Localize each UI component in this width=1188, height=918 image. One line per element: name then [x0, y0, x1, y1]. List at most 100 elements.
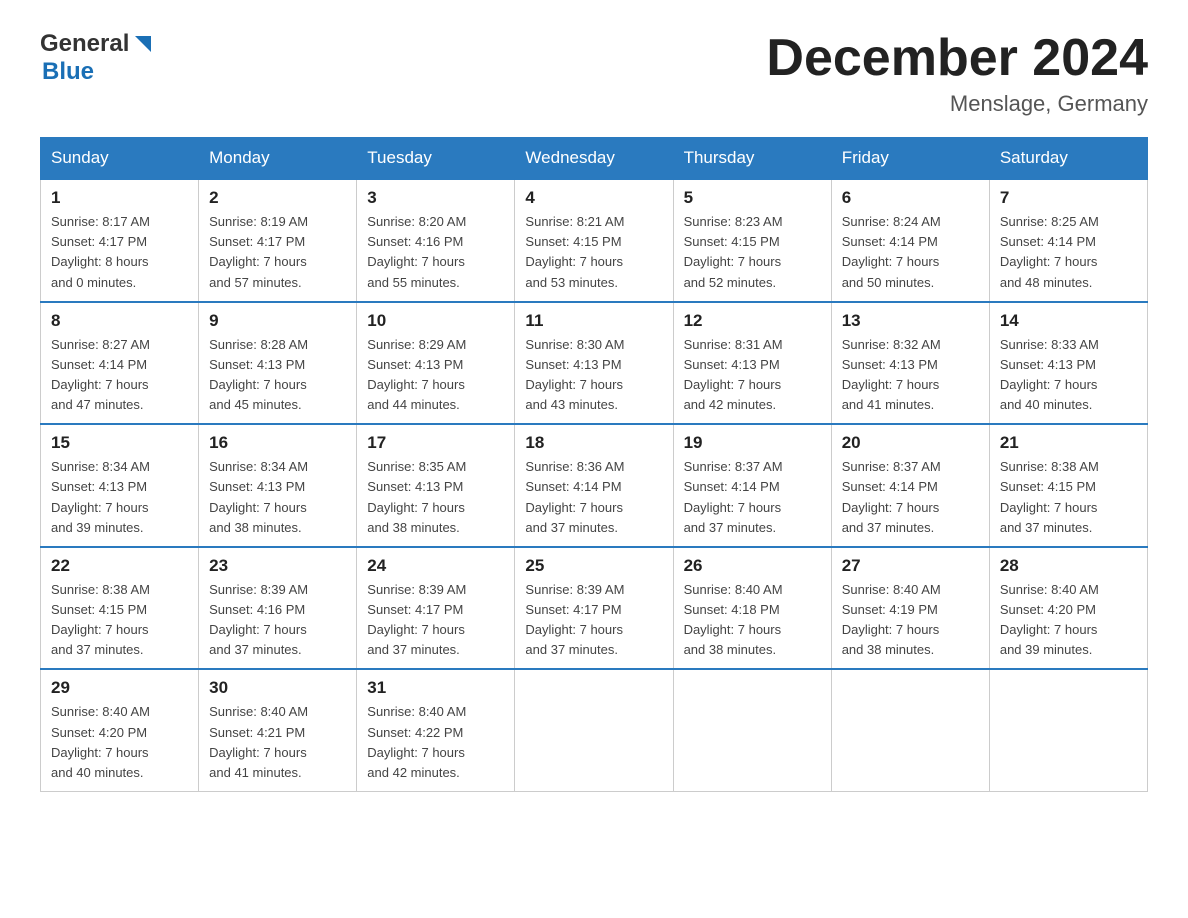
- day-info: Sunrise: 8:28 AMSunset: 4:13 PMDaylight:…: [209, 337, 308, 412]
- calendar-week-row: 29 Sunrise: 8:40 AMSunset: 4:20 PMDaylig…: [41, 669, 1148, 791]
- calendar-day-cell: 15 Sunrise: 8:34 AMSunset: 4:13 PMDaylig…: [41, 424, 199, 547]
- day-info: Sunrise: 8:39 AMSunset: 4:17 PMDaylight:…: [367, 582, 466, 657]
- month-title: December 2024: [766, 30, 1148, 87]
- calendar-day-cell: 10 Sunrise: 8:29 AMSunset: 4:13 PMDaylig…: [357, 302, 515, 425]
- day-number: 11: [525, 311, 662, 331]
- day-info: Sunrise: 8:40 AMSunset: 4:21 PMDaylight:…: [209, 704, 308, 779]
- day-number: 27: [842, 556, 979, 576]
- calendar-week-row: 8 Sunrise: 8:27 AMSunset: 4:14 PMDayligh…: [41, 302, 1148, 425]
- logo: General Blue: [40, 30, 153, 86]
- day-number: 9: [209, 311, 346, 331]
- day-number: 1: [51, 188, 188, 208]
- col-saturday: Saturday: [989, 138, 1147, 180]
- day-info: Sunrise: 8:21 AMSunset: 4:15 PMDaylight:…: [525, 214, 624, 289]
- day-number: 14: [1000, 311, 1137, 331]
- day-info: Sunrise: 8:40 AMSunset: 4:20 PMDaylight:…: [1000, 582, 1099, 657]
- calendar-day-cell: 12 Sunrise: 8:31 AMSunset: 4:13 PMDaylig…: [673, 302, 831, 425]
- day-info: Sunrise: 8:39 AMSunset: 4:16 PMDaylight:…: [209, 582, 308, 657]
- day-info: Sunrise: 8:40 AMSunset: 4:19 PMDaylight:…: [842, 582, 941, 657]
- col-thursday: Thursday: [673, 138, 831, 180]
- calendar-table: Sunday Monday Tuesday Wednesday Thursday…: [40, 137, 1148, 792]
- calendar-day-cell: 1 Sunrise: 8:17 AMSunset: 4:17 PMDayligh…: [41, 179, 199, 302]
- calendar-day-cell: 19 Sunrise: 8:37 AMSunset: 4:14 PMDaylig…: [673, 424, 831, 547]
- day-info: Sunrise: 8:35 AMSunset: 4:13 PMDaylight:…: [367, 459, 466, 534]
- day-number: 31: [367, 678, 504, 698]
- day-number: 8: [51, 311, 188, 331]
- day-number: 12: [684, 311, 821, 331]
- calendar-day-cell: 9 Sunrise: 8:28 AMSunset: 4:13 PMDayligh…: [199, 302, 357, 425]
- day-info: Sunrise: 8:24 AMSunset: 4:14 PMDaylight:…: [842, 214, 941, 289]
- day-info: Sunrise: 8:38 AMSunset: 4:15 PMDaylight:…: [51, 582, 150, 657]
- calendar-day-cell: 16 Sunrise: 8:34 AMSunset: 4:13 PMDaylig…: [199, 424, 357, 547]
- day-number: 5: [684, 188, 821, 208]
- day-info: Sunrise: 8:40 AMSunset: 4:18 PMDaylight:…: [684, 582, 783, 657]
- calendar-day-cell: 6 Sunrise: 8:24 AMSunset: 4:14 PMDayligh…: [831, 179, 989, 302]
- calendar-week-row: 1 Sunrise: 8:17 AMSunset: 4:17 PMDayligh…: [41, 179, 1148, 302]
- day-info: Sunrise: 8:31 AMSunset: 4:13 PMDaylight:…: [684, 337, 783, 412]
- calendar-day-cell: 11 Sunrise: 8:30 AMSunset: 4:13 PMDaylig…: [515, 302, 673, 425]
- day-info: Sunrise: 8:39 AMSunset: 4:17 PMDaylight:…: [525, 582, 624, 657]
- day-info: Sunrise: 8:38 AMSunset: 4:15 PMDaylight:…: [1000, 459, 1099, 534]
- day-number: 15: [51, 433, 188, 453]
- calendar-day-cell: 2 Sunrise: 8:19 AMSunset: 4:17 PMDayligh…: [199, 179, 357, 302]
- col-sunday: Sunday: [41, 138, 199, 180]
- calendar-header-row: Sunday Monday Tuesday Wednesday Thursday…: [41, 138, 1148, 180]
- day-number: 7: [1000, 188, 1137, 208]
- day-number: 25: [525, 556, 662, 576]
- calendar-day-cell: [515, 669, 673, 791]
- day-number: 21: [1000, 433, 1137, 453]
- col-monday: Monday: [199, 138, 357, 180]
- day-info: Sunrise: 8:23 AMSunset: 4:15 PMDaylight:…: [684, 214, 783, 289]
- day-info: Sunrise: 8:25 AMSunset: 4:14 PMDaylight:…: [1000, 214, 1099, 289]
- calendar-day-cell: 27 Sunrise: 8:40 AMSunset: 4:19 PMDaylig…: [831, 547, 989, 670]
- day-number: 30: [209, 678, 346, 698]
- calendar-week-row: 22 Sunrise: 8:38 AMSunset: 4:15 PMDaylig…: [41, 547, 1148, 670]
- day-info: Sunrise: 8:29 AMSunset: 4:13 PMDaylight:…: [367, 337, 466, 412]
- day-number: 4: [525, 188, 662, 208]
- calendar-day-cell: 31 Sunrise: 8:40 AMSunset: 4:22 PMDaylig…: [357, 669, 515, 791]
- day-info: Sunrise: 8:37 AMSunset: 4:14 PMDaylight:…: [842, 459, 941, 534]
- day-info: Sunrise: 8:32 AMSunset: 4:13 PMDaylight:…: [842, 337, 941, 412]
- logo-blue-text: Blue: [42, 58, 94, 85]
- day-number: 2: [209, 188, 346, 208]
- calendar-day-cell: 13 Sunrise: 8:32 AMSunset: 4:13 PMDaylig…: [831, 302, 989, 425]
- day-number: 17: [367, 433, 504, 453]
- day-number: 20: [842, 433, 979, 453]
- day-info: Sunrise: 8:40 AMSunset: 4:22 PMDaylight:…: [367, 704, 466, 779]
- title-section: December 2024 Menslage, Germany: [766, 30, 1148, 117]
- calendar-day-cell: 23 Sunrise: 8:39 AMSunset: 4:16 PMDaylig…: [199, 547, 357, 670]
- day-number: 22: [51, 556, 188, 576]
- day-number: 28: [1000, 556, 1137, 576]
- day-number: 3: [367, 188, 504, 208]
- col-tuesday: Tuesday: [357, 138, 515, 180]
- day-info: Sunrise: 8:37 AMSunset: 4:14 PMDaylight:…: [684, 459, 783, 534]
- calendar-day-cell: 28 Sunrise: 8:40 AMSunset: 4:20 PMDaylig…: [989, 547, 1147, 670]
- day-number: 24: [367, 556, 504, 576]
- calendar-day-cell: 29 Sunrise: 8:40 AMSunset: 4:20 PMDaylig…: [41, 669, 199, 791]
- col-wednesday: Wednesday: [515, 138, 673, 180]
- calendar-day-cell: 3 Sunrise: 8:20 AMSunset: 4:16 PMDayligh…: [357, 179, 515, 302]
- calendar-day-cell: [673, 669, 831, 791]
- day-number: 23: [209, 556, 346, 576]
- day-number: 6: [842, 188, 979, 208]
- logo-general-text: General: [40, 30, 129, 58]
- day-info: Sunrise: 8:40 AMSunset: 4:20 PMDaylight:…: [51, 704, 150, 779]
- calendar-day-cell: 5 Sunrise: 8:23 AMSunset: 4:15 PMDayligh…: [673, 179, 831, 302]
- calendar-day-cell: [989, 669, 1147, 791]
- day-info: Sunrise: 8:36 AMSunset: 4:14 PMDaylight:…: [525, 459, 624, 534]
- calendar-day-cell: 21 Sunrise: 8:38 AMSunset: 4:15 PMDaylig…: [989, 424, 1147, 547]
- calendar-day-cell: 22 Sunrise: 8:38 AMSunset: 4:15 PMDaylig…: [41, 547, 199, 670]
- day-info: Sunrise: 8:33 AMSunset: 4:13 PMDaylight:…: [1000, 337, 1099, 412]
- day-number: 13: [842, 311, 979, 331]
- day-number: 29: [51, 678, 188, 698]
- calendar-day-cell: 20 Sunrise: 8:37 AMSunset: 4:14 PMDaylig…: [831, 424, 989, 547]
- day-number: 19: [684, 433, 821, 453]
- day-info: Sunrise: 8:34 AMSunset: 4:13 PMDaylight:…: [51, 459, 150, 534]
- day-number: 16: [209, 433, 346, 453]
- calendar-day-cell: 8 Sunrise: 8:27 AMSunset: 4:14 PMDayligh…: [41, 302, 199, 425]
- calendar-day-cell: [831, 669, 989, 791]
- calendar-day-cell: 18 Sunrise: 8:36 AMSunset: 4:14 PMDaylig…: [515, 424, 673, 547]
- day-number: 18: [525, 433, 662, 453]
- day-number: 26: [684, 556, 821, 576]
- logo-triangle-icon: [131, 34, 153, 56]
